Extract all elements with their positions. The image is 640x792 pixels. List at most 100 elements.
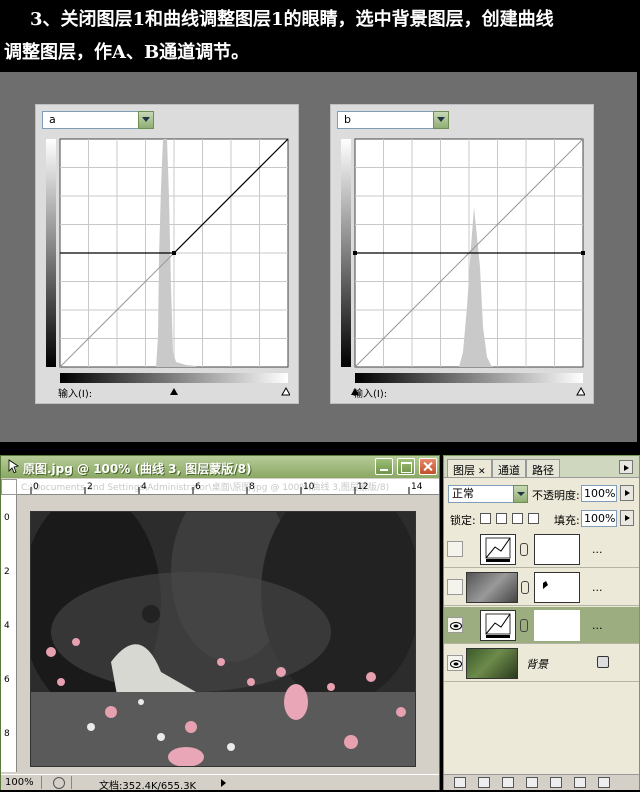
adjustment-thumbnail[interactable] — [480, 610, 516, 641]
ruler-label: 2 — [4, 567, 10, 577]
fill-slider-button[interactable] — [620, 510, 634, 526]
fill-label: 填充: — [554, 514, 580, 527]
curve-point — [172, 251, 176, 255]
link-layers-icon[interactable] — [454, 777, 466, 788]
layer-row[interactable]: ... — [444, 569, 639, 606]
curve-point — [581, 251, 585, 255]
ruler-corner — [1, 479, 17, 495]
eye-icon[interactable] — [447, 655, 463, 671]
close-button[interactable] — [419, 458, 437, 475]
curves-area: a 输入(I): b 输入(I): — [0, 72, 637, 442]
tab-layers-label: 图层 — [453, 464, 475, 477]
canvas-image[interactable] — [30, 511, 416, 767]
midpoint-slider — [170, 388, 178, 395]
layer-image-thumbnail[interactable] — [466, 572, 518, 603]
opacity-slider-button[interactable] — [620, 485, 634, 501]
layer-mask-thumbnail[interactable] — [534, 610, 580, 641]
zoom-level[interactable]: 100% — [5, 777, 34, 788]
document-title-bar[interactable]: 原图.jpg @ 100% (曲线 3, 图层蒙版/8) — [1, 456, 439, 478]
lock-image-icon[interactable] — [496, 513, 507, 524]
ruler-label: 4 — [4, 621, 10, 631]
adjustment-thumbnail[interactable] — [480, 534, 516, 565]
background-thumbnail[interactable] — [466, 648, 518, 679]
fx-icon[interactable] — [478, 777, 490, 788]
lock-all-icon[interactable] — [528, 513, 539, 524]
ruler-label: 0 — [4, 513, 10, 523]
chevron-down-icon[interactable] — [513, 485, 528, 503]
blend-mode-select[interactable]: 正常 — [448, 485, 528, 503]
output-gradient-bar — [341, 139, 351, 367]
ruler-label: 0 — [33, 482, 39, 492]
new-group-icon[interactable] — [550, 777, 562, 788]
ruler-label: 6 — [4, 675, 10, 685]
lock-transparency-icon[interactable] — [480, 513, 491, 524]
layer-name: ... — [592, 619, 603, 632]
channel-select-a[interactable]: a — [42, 111, 154, 129]
visibility-toggle[interactable] — [447, 541, 463, 557]
new-layer-icon[interactable] — [574, 777, 586, 788]
eye-icon[interactable] — [447, 617, 463, 633]
chevron-down-icon[interactable] — [433, 111, 449, 129]
layers-panel: 图层 ✕ 通道 路径 正常 不透明度: 100% 锁定: 填充: 100% ... — [443, 455, 640, 790]
input-gradient-bar — [60, 373, 288, 383]
link-icon[interactable] — [520, 543, 528, 556]
ruler-label: 12 — [357, 482, 369, 492]
panel-footer-toolbar — [444, 774, 639, 790]
curves-panel-a: a 输入(I): — [35, 104, 299, 404]
ruler-ticks — [30, 487, 410, 494]
lock-label: 锁定: — [450, 514, 476, 527]
panel-menu-button[interactable] — [619, 460, 633, 474]
channel-select-a-value: a — [49, 113, 56, 126]
panel-tabs: 图层 ✕ 通道 路径 — [444, 456, 639, 478]
photo-scene — [31, 512, 415, 766]
instruction-line-2: 调整图层，作A、B通道调节。 — [4, 42, 250, 63]
layer-row[interactable]: ... — [444, 531, 639, 568]
tab-paths[interactable]: 路径 — [526, 459, 560, 477]
input-label-b: 输入(I): — [353, 389, 388, 400]
curve-graph-a[interactable] — [46, 137, 290, 397]
ruler-label: 8 — [249, 482, 255, 492]
link-icon[interactable] — [520, 619, 528, 632]
fill-input[interactable]: 100% — [581, 510, 617, 527]
layer-mask-thumbnail[interactable] — [534, 572, 580, 603]
blend-mode-value: 正常 — [452, 487, 474, 500]
ruler-label: 10 — [303, 482, 315, 492]
visibility-toggle[interactable] — [447, 579, 463, 595]
layer-mask-thumbnail[interactable] — [534, 534, 580, 565]
input-gradient-bar — [355, 373, 583, 383]
white-point-slider — [576, 386, 585, 396]
trash-icon[interactable] — [598, 777, 610, 788]
ruler-vertical[interactable]: 0 2 4 6 8 — [1, 495, 17, 772]
layer-row-background[interactable]: 背景 — [444, 645, 639, 682]
white-point-slider — [281, 386, 290, 396]
channel-select-b[interactable]: b — [337, 111, 449, 129]
layer-name: ... — [592, 581, 603, 594]
maximize-button[interactable] — [397, 458, 415, 475]
ruler-label: 2 — [87, 482, 93, 492]
add-mask-icon[interactable] — [502, 777, 514, 788]
curves-panel-b: b 输入(I): — [330, 104, 594, 404]
tab-layers[interactable]: 图层 ✕ — [447, 459, 492, 477]
lock-position-icon[interactable] — [512, 513, 523, 524]
channel-select-b-value: b — [344, 113, 351, 126]
opacity-label: 不透明度: — [532, 489, 580, 502]
output-gradient-bar — [46, 139, 56, 367]
layer-row-selected[interactable]: ... — [444, 607, 639, 644]
opacity-input[interactable]: 100% — [581, 485, 617, 502]
ruler-label: 14 — [411, 482, 423, 492]
tab-channels[interactable]: 通道 — [492, 459, 526, 477]
status-bar: 100% 文档:352.4K/655.3K — [1, 774, 439, 792]
link-icon[interactable] — [521, 581, 529, 594]
curve-graph-b[interactable] — [341, 137, 585, 397]
input-label-a: 输入(I): — [58, 389, 93, 400]
close-icon[interactable]: ✕ — [478, 467, 486, 477]
chevron-down-icon[interactable] — [138, 111, 154, 129]
ruler-label: 8 — [4, 729, 10, 739]
status-menu-arrow-icon[interactable] — [221, 779, 226, 787]
minimize-button[interactable] — [375, 458, 393, 475]
status-divider — [41, 776, 42, 789]
new-adjustment-icon[interactable] — [526, 777, 538, 788]
clock-icon[interactable] — [53, 777, 65, 789]
ruler-horizontal[interactable]: C:\Documents and Settings\Administrator\… — [17, 479, 439, 495]
curve-point — [353, 251, 357, 255]
